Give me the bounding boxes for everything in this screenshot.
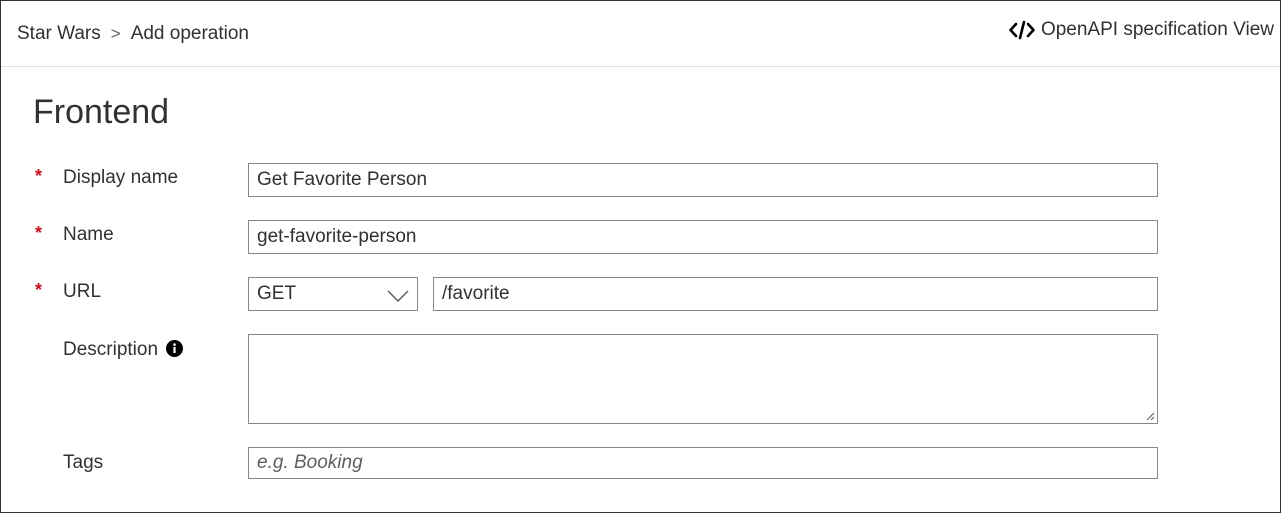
info-icon[interactable]: [166, 340, 184, 357]
url-path-input[interactable]: /favorite: [433, 277, 1158, 311]
name-label: Name: [63, 224, 114, 245]
section-title: Frontend: [33, 93, 170, 131]
openapi-specification-view-button[interactable]: OpenAPI specification View: [1009, 17, 1274, 43]
display-name-label: Display name: [63, 167, 179, 188]
breadcrumb-item-api[interactable]: Star Wars: [17, 23, 101, 45]
description-label-wrap: Description: [63, 339, 184, 361]
http-method-dropdown[interactable]: GET: [248, 277, 418, 311]
required-marker: *: [35, 223, 43, 243]
required-marker: *: [35, 280, 43, 300]
description-textarea[interactable]: [248, 334, 1158, 424]
breadcrumb: Star Wars > Add operation: [17, 22, 249, 46]
name-input[interactable]: get-favorite-person: [248, 220, 1158, 254]
tags-label: Tags: [63, 452, 104, 473]
add-operation-panel: Star Wars > Add operation OpenAPI specif…: [0, 0, 1281, 513]
breadcrumb-item-current: Add operation: [130, 23, 250, 44]
header-bar: Star Wars > Add operation OpenAPI specif…: [1, 1, 1280, 67]
code-icon: [1009, 20, 1035, 40]
display-name-input[interactable]: Get Favorite Person: [248, 163, 1158, 197]
description-label: Description: [63, 339, 159, 360]
breadcrumb-separator: >: [110, 24, 121, 43]
tags-input[interactable]: e.g. Booking: [248, 447, 1158, 479]
tags-placeholder: e.g. Booking: [257, 452, 363, 473]
resize-grip-icon[interactable]: [1145, 411, 1155, 421]
openapi-label: OpenAPI specification View: [1040, 19, 1274, 40]
http-method-value: GET: [257, 283, 297, 304]
required-marker: *: [35, 166, 43, 186]
chevron-down-icon: [387, 290, 409, 303]
url-label: URL: [63, 281, 102, 302]
